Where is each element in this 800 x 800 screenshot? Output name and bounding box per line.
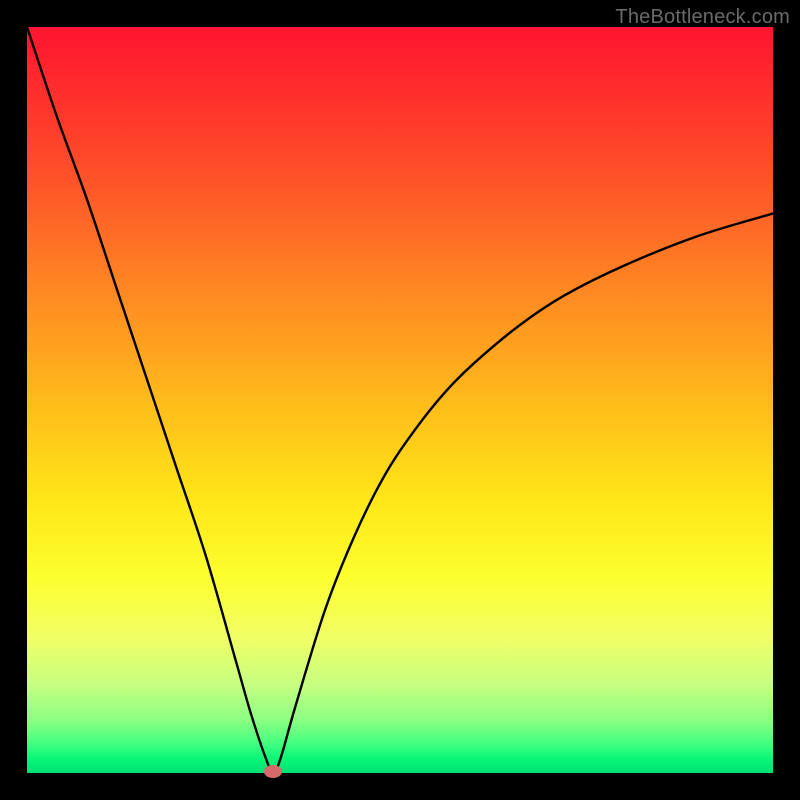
chart-frame: TheBottleneck.com — [0, 0, 800, 800]
plot-area — [27, 27, 773, 773]
chart-curve — [27, 27, 773, 773]
minimum-marker — [264, 765, 282, 778]
watermark-text: TheBottleneck.com — [615, 6, 790, 29]
